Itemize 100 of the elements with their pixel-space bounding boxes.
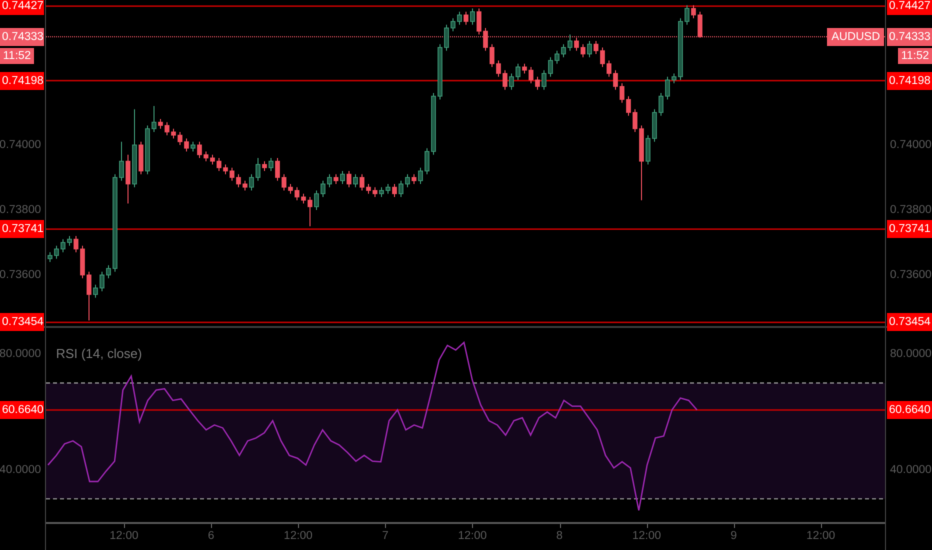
time-label: 12:00 [284, 530, 313, 542]
candle [301, 193, 306, 204]
candle [119, 141, 124, 182]
countdown-label: 11:52 [0, 48, 34, 64]
candle [249, 174, 254, 191]
candle [360, 174, 364, 191]
candle [60, 238, 66, 253]
indicator-title: RSI (14, close) [56, 346, 142, 361]
candle [288, 183, 293, 194]
price-label: 0.74333 [887, 28, 932, 46]
candle [658, 92, 664, 116]
candle [574, 37, 579, 52]
axis-tick-label: 0.73800 [0, 202, 41, 218]
axis-tick-label: 0.73800 [890, 202, 932, 218]
candle [450, 18, 456, 32]
candle [74, 235, 78, 253]
candle [210, 154, 215, 165]
candle [106, 264, 111, 279]
candle [606, 60, 612, 78]
candle [516, 63, 520, 80]
candle [54, 245, 59, 260]
candle [236, 174, 241, 188]
candle [197, 141, 202, 158]
time-label: 12:00 [806, 530, 836, 542]
candle [346, 170, 352, 188]
candle [268, 157, 274, 172]
candle [554, 50, 560, 64]
candle [470, 8, 475, 26]
tick-mark [385, 524, 386, 528]
symbol-label: AUDUSD [827, 28, 884, 46]
candle [652, 108, 657, 142]
axis-tick-label: 0.73600 [890, 268, 932, 283]
candle [412, 174, 416, 184]
time-label: 6 [208, 530, 214, 542]
candle [587, 40, 592, 58]
candle [138, 141, 144, 175]
price-label: 0.74333 [0, 28, 44, 46]
candle [320, 180, 326, 198]
candle [379, 186, 384, 198]
candle [152, 105, 156, 132]
price-label: 0.73741 [0, 220, 44, 238]
candle [490, 44, 494, 68]
candle [100, 271, 104, 292]
tick-mark [124, 524, 125, 528]
candle [327, 174, 332, 188]
candle [438, 44, 442, 100]
price-label: 0.73454 [0, 313, 44, 332]
candle [126, 154, 130, 204]
candle [158, 118, 163, 130]
candle [67, 235, 72, 246]
candle [171, 128, 176, 139]
time-label: 7 [382, 530, 388, 542]
price-label: 0.74198 [887, 72, 932, 90]
candle [392, 183, 397, 198]
axis-tick-label: 0.74000 [890, 138, 932, 153]
price-label: 60.6640 [887, 401, 932, 420]
candle [568, 34, 572, 52]
price-label: 0.74198 [0, 72, 44, 90]
candle [548, 56, 553, 78]
candle [665, 76, 670, 100]
tick-mark [298, 524, 300, 528]
candle [431, 92, 436, 156]
candle [398, 180, 404, 198]
candle [626, 96, 631, 116]
candle [308, 196, 312, 227]
candle [509, 72, 514, 90]
time-label: 12:00 [110, 530, 138, 542]
candle [190, 141, 196, 152]
candle [223, 164, 228, 175]
candle [366, 183, 371, 194]
candle [646, 134, 650, 165]
axis-tick-label: 80.0000 [890, 347, 932, 362]
tick-mark [646, 524, 648, 528]
candle [275, 157, 280, 182]
candle [691, 4, 696, 19]
candle [522, 63, 527, 74]
candle [314, 190, 319, 210]
candle [80, 245, 85, 279]
candle [580, 44, 586, 58]
candle [632, 108, 638, 132]
candle [145, 124, 150, 175]
candle [282, 174, 286, 191]
candle [294, 186, 300, 201]
candle [386, 183, 390, 194]
candle [48, 252, 52, 262]
price-label: 0.74427 [0, 0, 44, 16]
candle [476, 8, 482, 35]
axis-tick-label: 0.74000 [0, 138, 41, 153]
candle [418, 167, 423, 184]
candle [594, 40, 598, 54]
candle [600, 46, 605, 68]
axis-tick-label: 80.0000 [0, 347, 41, 362]
tick-mark [820, 524, 822, 528]
candle [424, 148, 430, 175]
countdown-label: 11:52 [898, 48, 932, 64]
candle [256, 157, 260, 182]
candle [178, 131, 182, 146]
candle [405, 174, 410, 188]
candle [496, 60, 501, 78]
candle [444, 24, 449, 52]
